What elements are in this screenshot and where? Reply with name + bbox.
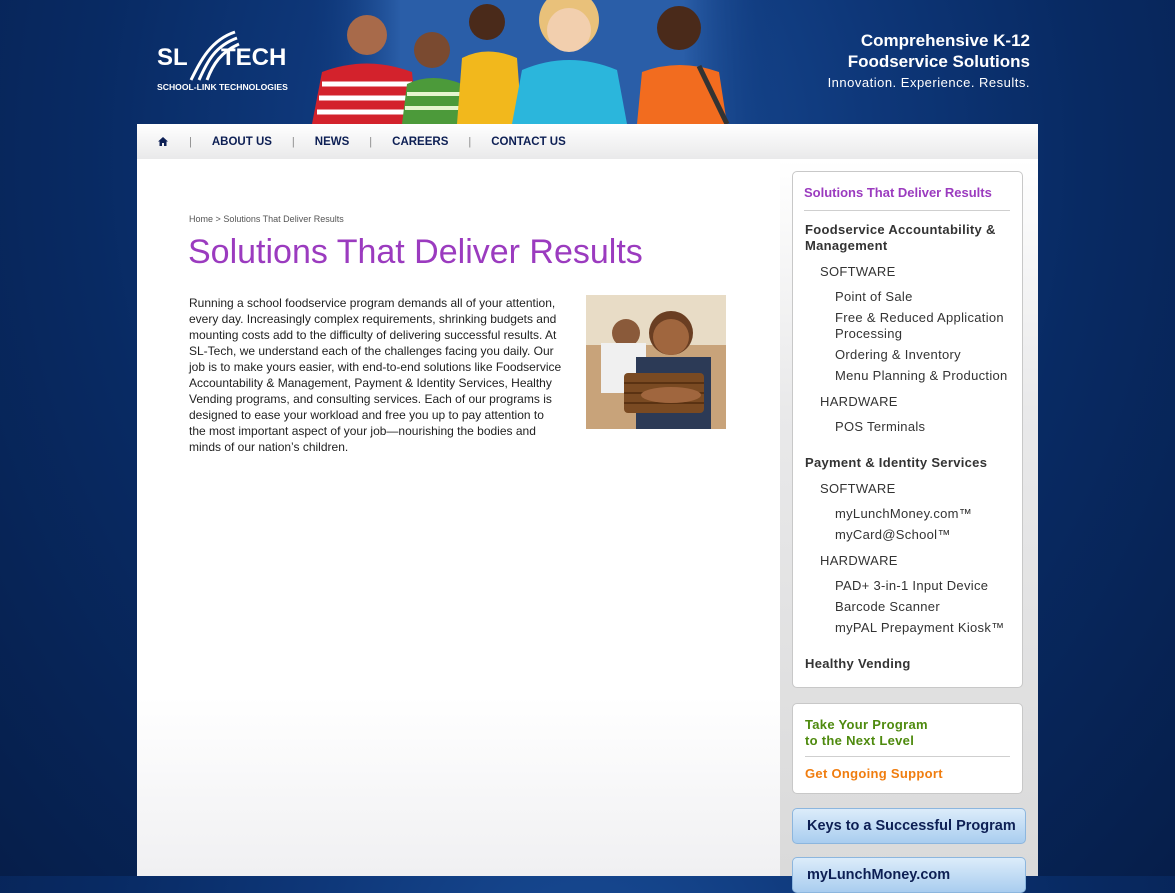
- keys-to-success-button[interactable]: Keys to a Successful Program: [792, 808, 1026, 844]
- sidebar-item-mypal-kiosk[interactable]: myPAL Prepayment Kiosk™: [835, 620, 1014, 636]
- sidebar-item-pad-plus[interactable]: PAD+ 3-in-1 Input Device: [835, 578, 1014, 594]
- nav-home[interactable]: [137, 124, 189, 159]
- sl-tech-logo[interactable]: SL TECH SCHOOL-LINK TECHNOLOGIES: [157, 30, 289, 94]
- header: SL TECH SCHOOL-LINK TECHNOLOGIES Compreh…: [137, 0, 1038, 124]
- breadcrumb-current: Solutions That Deliver Results: [223, 214, 344, 224]
- promo-next-level-line-2: to the Next Level: [805, 733, 915, 748]
- breadcrumb-home-link[interactable]: Home: [189, 214, 213, 224]
- solutions-menu: Solutions That Deliver Results Foodservi…: [792, 171, 1023, 688]
- breadcrumb: Home > Solutions That Deliver Results: [189, 214, 344, 224]
- nav-news[interactable]: NEWS: [295, 136, 370, 148]
- sidebar-item-mylunchmoney[interactable]: myLunchMoney.com™: [835, 506, 1014, 522]
- solutions-menu-title[interactable]: Solutions That Deliver Results: [804, 185, 1010, 211]
- home-icon: [158, 137, 168, 146]
- student-photo: [586, 295, 726, 429]
- sidebar: Solutions That Deliver Results Foodservi…: [780, 159, 1038, 893]
- sidebar-item-mycard[interactable]: myCard@School™: [835, 527, 1014, 543]
- sidebar-item-ordering-inventory[interactable]: Ordering & Inventory: [835, 347, 1014, 363]
- sidebar-group-hardware[interactable]: HARDWARE: [820, 553, 1022, 568]
- breadcrumb-separator: >: [215, 214, 221, 224]
- logo-tech: TECH: [221, 44, 287, 71]
- header-tagline: Comprehensive K-12 Foodservice Solutions…: [828, 30, 1030, 90]
- nav-careers[interactable]: CAREERS: [372, 136, 468, 148]
- main-nav: | ABOUT US | NEWS | CAREERS | CONTACT US: [137, 124, 1038, 159]
- sidebar-group-software[interactable]: SOFTWARE: [820, 264, 1022, 279]
- header-kids-photo: [307, 0, 777, 124]
- tagline-line-1: Comprehensive K-12: [860, 31, 1030, 50]
- nav-contact-us[interactable]: CONTACT US: [471, 136, 586, 148]
- promo-ongoing-support-link[interactable]: Get Ongoing Support: [805, 766, 943, 781]
- sidebar-item-menu-planning[interactable]: Menu Planning & Production: [835, 368, 1014, 384]
- page: SL TECH SCHOOL-LINK TECHNOLOGIES Compreh…: [137, 0, 1038, 893]
- page-title: Solutions That Deliver Results: [188, 233, 643, 271]
- sidebar-group-software[interactable]: SOFTWARE: [820, 481, 1022, 496]
- tagline-line-2: Foodservice Solutions: [847, 52, 1030, 71]
- logo-sl: SL: [157, 44, 188, 71]
- logo-subtitle: SCHOOL-LINK TECHNOLOGIES: [157, 82, 288, 92]
- promo-box: Take Your Program to the Next Level Get …: [792, 703, 1023, 794]
- mylunchmoney-button[interactable]: myLunchMoney.com: [792, 857, 1026, 893]
- promo-next-level-link[interactable]: Take Your Program to the Next Level: [805, 717, 928, 749]
- sidebar-section-payment[interactable]: Payment & Identity Services: [805, 455, 1022, 471]
- main-content: Home > Solutions That Deliver Results So…: [137, 159, 780, 876]
- sidebar-item-pos-terminals[interactable]: POS Terminals: [835, 419, 1014, 435]
- sidebar-item-barcode-scanner[interactable]: Barcode Scanner: [835, 599, 1014, 615]
- sidebar-section-healthy-vending[interactable]: Healthy Vending: [805, 656, 1022, 672]
- logo-wordmark: SL TECH: [157, 44, 286, 71]
- nav-about-us[interactable]: ABOUT US: [192, 136, 292, 148]
- sidebar-item-free-reduced[interactable]: Free & Reduced Application Processing: [835, 310, 1014, 342]
- promo-next-level-line-1: Take Your Program: [805, 717, 928, 732]
- intro-paragraph: Running a school foodservice program dem…: [189, 296, 562, 454]
- tagline-line-3: Innovation. Experience. Results.: [827, 75, 1030, 90]
- sidebar-group-hardware[interactable]: HARDWARE: [820, 394, 1022, 409]
- sidebar-section-foodservice[interactable]: Foodservice Accountability & Management: [805, 222, 1022, 254]
- sidebar-item-point-of-sale[interactable]: Point of Sale: [835, 289, 1014, 305]
- promo-divider: [805, 756, 1010, 757]
